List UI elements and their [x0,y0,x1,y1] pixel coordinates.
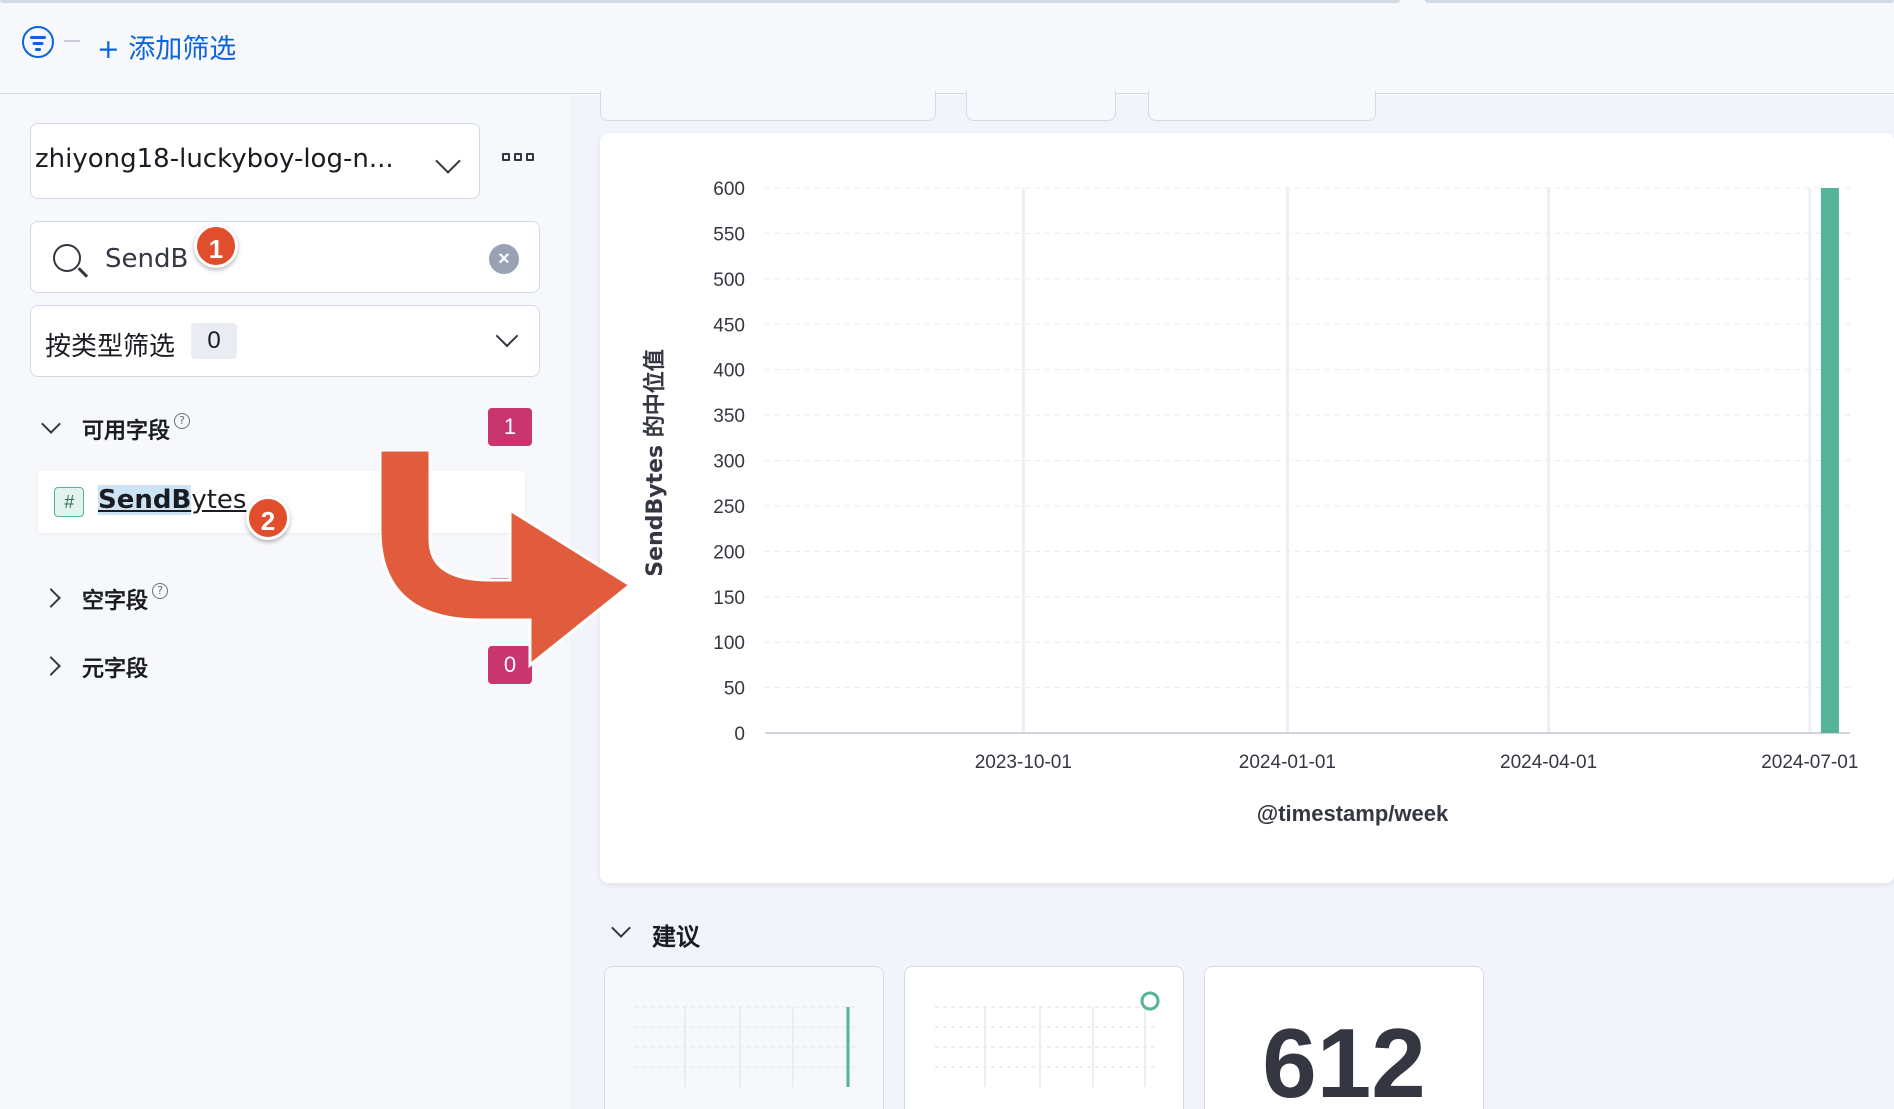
y-axis-title: SendBytes 的中位值 [642,349,668,576]
chevron-right-icon [41,588,61,608]
toolbar-button-group[interactable] [1148,91,1376,121]
suggestion-card-metric[interactable]: 612 [1204,966,1484,1109]
help-icon[interactable]: ? [174,413,191,429]
y-tick-label: 350 [713,406,745,427]
y-tick-label: 550 [713,224,745,245]
number-type-icon: # [54,487,84,517]
y-tick-label: 150 [713,588,745,609]
y-tick-label: 250 [713,497,745,518]
field-search-input[interactable]: SendB × [30,221,540,293]
annotation-arrow-icon [380,450,633,669]
field-search-value: SendB [105,244,189,274]
suggestion-card-bar[interactable] [604,966,884,1109]
suggestion-bar-thumbnail [635,1006,855,1087]
x-tick-label: 2024-07-01 [1761,752,1858,773]
type-filter-dropdown[interactable]: 按类型筛选 0 [30,305,540,377]
type-filter-label: 按类型筛选 [45,332,176,362]
y-tick-label: 300 [713,452,745,473]
data-view-name: zhiyong18-luckyboy-log-n... [35,144,394,174]
section-title: 空字段 [82,589,149,614]
x-tick-label: 2024-04-01 [1500,752,1597,773]
y-tick-label: 200 [713,542,745,563]
date-picker-edge [1425,0,1894,3]
search-icon [53,244,81,272]
bar [1820,188,1839,733]
section-title: 元字段 [82,657,149,682]
y-tick-label: 450 [713,315,745,336]
bar-chart: 0 50 100 150 200 250 300 350 400 450 500 550 600 2023… [642,179,1858,826]
data-view-selector[interactable]: zhiyong18-luckyboy-log-n... [30,123,480,199]
help-icon[interactable]: ? [152,583,169,599]
query-bar-edge [0,0,1400,3]
field-name: SendBytes [98,485,247,515]
divider [64,40,80,42]
filter-bar: + 添加筛选 [0,0,1894,94]
step-marker-1: 1 [194,224,238,268]
chevron-down-icon [495,324,519,348]
x-tick-label: 2023-10-01 [975,752,1072,773]
y-tick-label: 100 [713,633,745,654]
metric-value: 612 [1262,1008,1426,1109]
filter-icon[interactable] [22,26,54,58]
y-tick-label: 0 [734,724,745,745]
y-tick-label: 600 [713,179,745,200]
chart-panel: 0 50 100 150 200 250 300 350 400 450 500 550 600 2023… [600,133,1894,883]
chevron-right-icon [41,656,61,676]
toolbar-control[interactable] [600,91,936,121]
x-axis-title: @timestamp/week [1257,801,1449,826]
x-tick-label: 2024-01-01 [1239,752,1336,773]
y-tick-label: 50 [724,679,745,700]
y-tick-label: 500 [713,270,745,291]
suggestion-card-line[interactable] [904,966,1184,1109]
clear-icon[interactable]: × [489,244,519,274]
type-filter-count: 0 [191,323,237,359]
chevron-down-icon [611,918,631,938]
available-fields-count-badge: 1 [488,408,532,446]
add-filter-button[interactable]: + 添加筛选 [97,27,236,66]
main-content: 0 50 100 150 200 250 300 350 400 450 500 550 600 2023… [570,91,1894,1109]
y-tick-label: 400 [713,361,745,382]
step-marker-2: 2 [246,496,290,540]
suggestions-title: 建议 [652,923,700,951]
chevron-down-icon [435,148,461,174]
suggestion-line-thumbnail [935,991,1160,1087]
toolbar-button-group[interactable] [966,91,1116,121]
chevron-down-icon [41,414,61,434]
more-options-icon[interactable] [502,153,534,161]
section-title: 可用字段 [82,419,171,444]
